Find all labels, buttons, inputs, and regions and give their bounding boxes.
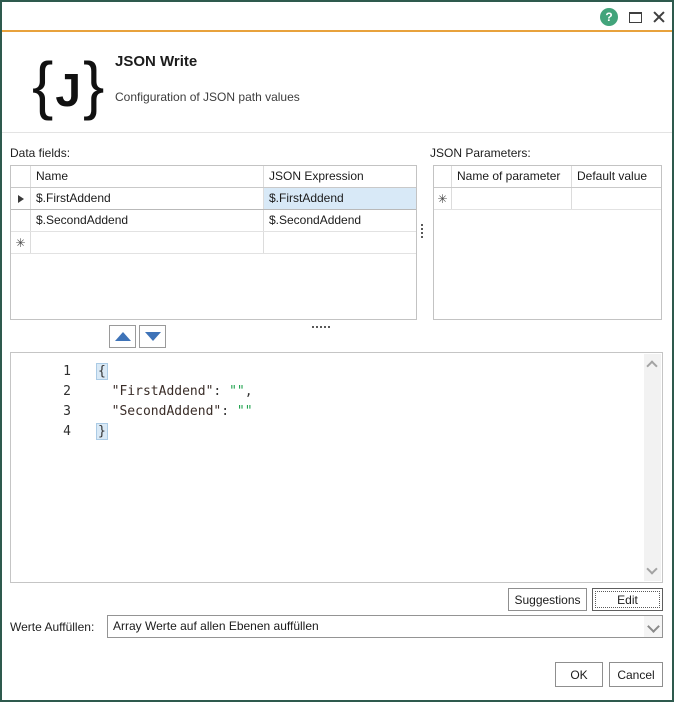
json-string-value: ""	[229, 384, 245, 399]
row-selector-header[interactable]	[11, 166, 31, 187]
dropdown-selected-value: Array Werte auf allen Ebenen auffüllen	[113, 619, 319, 633]
column-header-name[interactable]: Name	[31, 166, 264, 187]
icon-letter: J	[55, 64, 81, 116]
cell-parameter-name-empty[interactable]	[452, 188, 572, 209]
horizontal-splitter-grip[interactable]	[312, 326, 330, 328]
column-header-default-value[interactable]: Default value	[572, 166, 661, 187]
json-string-value: ""	[236, 404, 253, 419]
cell-name[interactable]: $.FirstAddend	[31, 188, 264, 209]
move-up-button[interactable]	[109, 325, 136, 348]
code-line: 1 {	[11, 362, 642, 382]
brace-highlight: {	[96, 363, 108, 380]
cell-expression[interactable]: $.SecondAddend	[264, 210, 416, 231]
json-write-icon: {J}	[32, 40, 104, 130]
move-down-button[interactable]	[139, 325, 166, 348]
current-row-indicator[interactable]	[11, 188, 31, 209]
json-key: "SecondAddend"	[111, 404, 222, 419]
dialog-header: {J} JSON Write Configuration of JSON pat…	[0, 32, 674, 133]
line-number: 2	[63, 384, 71, 399]
scroll-up-icon[interactable]	[646, 360, 658, 372]
code-lines: 1 { 2 "FirstAddend": "", 3 "SecondAddend…	[11, 362, 642, 442]
row-arrow-icon	[17, 194, 24, 203]
data-fields-grid: Name JSON Expression $.FirstAddend $.Fir…	[10, 165, 417, 320]
cell-name[interactable]: $.SecondAddend	[31, 210, 264, 231]
brace-highlight: }	[96, 423, 108, 440]
cell-expression-empty[interactable]	[264, 232, 416, 253]
code-line: 3 "SecondAddend": ""	[11, 402, 642, 422]
table-row: $.SecondAddend $.SecondAddend	[11, 210, 416, 232]
code-line: 2 "FirstAddend": "",	[11, 382, 642, 402]
page-subtitle: Configuration of JSON path values	[115, 90, 300, 104]
maximize-icon[interactable]	[629, 12, 642, 23]
cell-default-value-empty[interactable]	[572, 188, 661, 209]
icon-brace-open: {	[32, 49, 54, 121]
new-row-star-icon: ✳	[437, 191, 448, 206]
new-row-indicator[interactable]: ✳	[11, 232, 31, 253]
chevron-down-icon[interactable]	[644, 616, 662, 637]
data-fields-header-row: Name JSON Expression	[11, 166, 416, 188]
suggestions-button[interactable]: Suggestions	[508, 588, 587, 611]
page-title: JSON Write	[115, 53, 198, 70]
row-selector-header[interactable]	[434, 166, 452, 187]
column-header-expression[interactable]: JSON Expression	[264, 166, 416, 187]
fill-values-dropdown[interactable]: Array Werte auf allen Ebenen auffüllen	[107, 615, 663, 638]
titlebar[interactable]: ?	[0, 0, 674, 30]
cancel-button[interactable]: Cancel	[609, 662, 663, 687]
help-icon[interactable]: ?	[600, 8, 618, 26]
grid-empty-area	[434, 210, 661, 319]
new-row-star-icon: ✳	[15, 235, 26, 250]
close-icon[interactable]	[652, 10, 665, 23]
column-header-parameter-name[interactable]: Name of parameter	[452, 166, 572, 187]
line-number: 4	[63, 424, 71, 439]
vertical-splitter-grip[interactable]	[421, 224, 423, 238]
table-row-new: ✳	[11, 232, 416, 254]
editor-scrollbar[interactable]	[644, 354, 661, 581]
json-parameters-grid: Name of parameter Default value ✳	[433, 165, 662, 320]
parameters-header-row: Name of parameter Default value	[434, 166, 661, 188]
json-code-editor[interactable]: 1 { 2 "FirstAddend": "", 3 "SecondAddend…	[10, 352, 663, 583]
line-number: 3	[63, 404, 71, 419]
row-selector[interactable]	[11, 210, 31, 231]
code-line: 4 }	[11, 422, 642, 442]
grid-empty-area	[11, 254, 416, 319]
fill-values-label: Werte Auffüllen:	[10, 620, 95, 634]
scroll-down-icon[interactable]	[646, 563, 658, 575]
data-fields-label: Data fields:	[10, 146, 71, 160]
cell-name-empty[interactable]	[31, 232, 264, 253]
table-row-new: ✳	[434, 188, 661, 210]
arrow-up-icon	[114, 332, 131, 341]
json-key: "FirstAddend"	[111, 384, 214, 399]
table-row: $.FirstAddend $.FirstAddend	[11, 188, 416, 210]
json-parameters-label: JSON Parameters:	[430, 146, 531, 160]
edit-button[interactable]: Edit	[592, 588, 663, 611]
cell-expression-selected[interactable]: $.FirstAddend	[264, 188, 416, 209]
new-row-indicator[interactable]: ✳	[434, 188, 452, 209]
icon-brace-close: }	[82, 49, 105, 121]
json-write-dialog: ? {J} JSON Write Configuration of JSON p…	[0, 0, 674, 702]
ok-button[interactable]: OK	[555, 662, 603, 687]
line-number: 1	[63, 364, 71, 379]
arrow-down-icon	[144, 332, 161, 341]
